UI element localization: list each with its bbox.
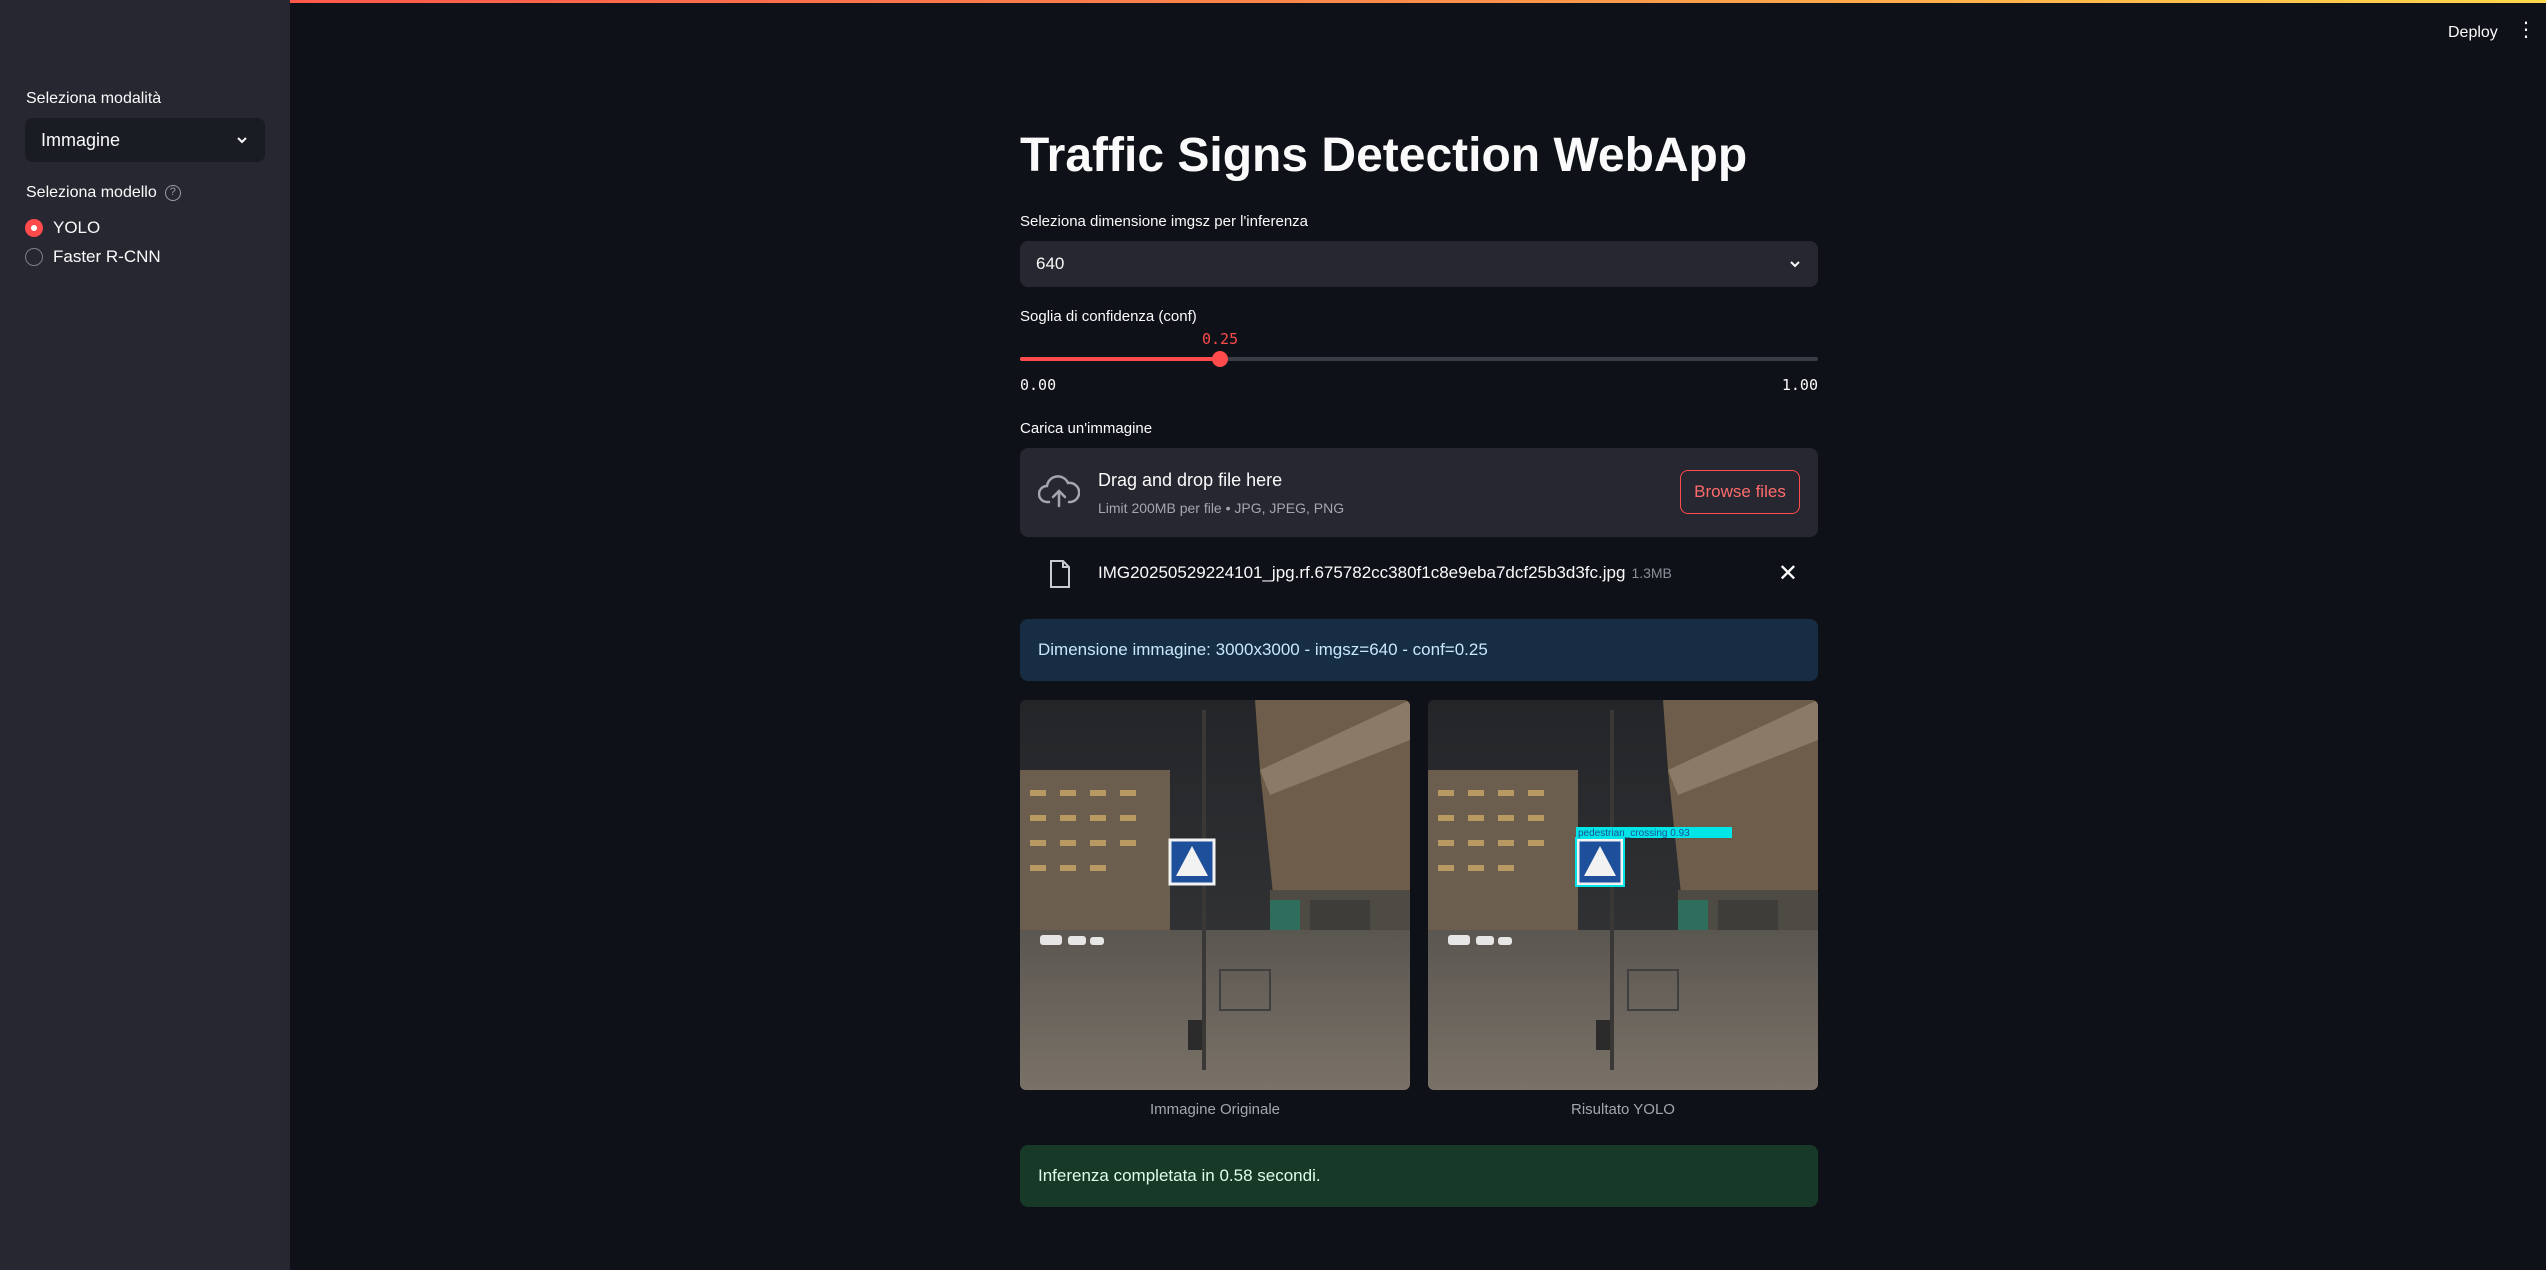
browse-files-button[interactable]: Browse files	[1680, 470, 1800, 514]
sidebar: Seleziona modalità Immagine Seleziona mo…	[0, 0, 290, 1270]
file-size: 1.3MB	[1631, 565, 1672, 581]
cloud-upload-icon	[1038, 475, 1080, 508]
imgsz-select[interactable]: 640	[1020, 241, 1818, 287]
success-alert: Inferenza completata in 0.58 secondi.	[1020, 1145, 1818, 1207]
model-label: Seleziona modello	[26, 184, 157, 201]
conf-label: Soglia di confidenza (conf)	[1020, 308, 1197, 325]
deploy-button[interactable]: Deploy	[2448, 24, 2498, 42]
page-title: Traffic Signs Detection WebApp	[1020, 129, 1748, 182]
help-icon[interactable]: ?	[164, 184, 181, 201]
mode-select[interactable]: Immagine	[25, 118, 265, 162]
dropzone-text: Drag and drop file here	[1098, 470, 1283, 490]
mode-label: Seleziona modalità	[26, 90, 162, 107]
close-icon[interactable]: ✕	[1778, 559, 1798, 588]
conf-slider-thumb[interactable]	[1212, 351, 1228, 367]
conf-slider-value: 0.25	[1202, 330, 1239, 348]
info-alert: Dimensione immagine: 3000x3000 - imgsz=6…	[1020, 619, 1818, 681]
dropzone-limit: Limit 200MB per file • JPG, JPEG, PNG	[1098, 500, 1345, 516]
mode-select-value: Immagine	[41, 129, 121, 150]
detection-label: pedestrian_crossing 0.93	[1578, 828, 1690, 839]
conf-slider-max: 1.00	[1781, 376, 1818, 394]
uploaded-file-row: IMG20250529224101_jpg.rf.675782cc380f1c8…	[1020, 555, 1818, 595]
radio-selected-icon	[25, 219, 43, 237]
top-accent-bar	[0, 0, 2546, 3]
radio-yolo[interactable]: YOLO	[25, 218, 100, 238]
imgsz-select-value: 640	[1036, 254, 1065, 273]
model-label-row: Seleziona modello?	[26, 184, 181, 202]
chevron-down-icon	[1790, 261, 1800, 268]
original-image	[1020, 700, 1410, 1090]
radio-unselected-icon	[25, 248, 43, 266]
chevron-down-icon	[237, 137, 247, 144]
conf-slider[interactable]	[1020, 351, 1818, 367]
result-image: pedestrian_crossing 0.93	[1428, 700, 1818, 1090]
upload-label: Carica un'immagine	[1020, 420, 1153, 437]
imgsz-label: Seleziona dimensione imgsz per l'inferen…	[1020, 213, 1309, 230]
file-name-row: IMG20250529224101_jpg.rf.675782cc380f1c8…	[1098, 563, 1672, 583]
original-image-caption: Immagine Originale	[1149, 1101, 1281, 1118]
conf-slider-fill	[1020, 357, 1220, 361]
file-name: IMG20250529224101_jpg.rf.675782cc380f1c8…	[1098, 563, 1626, 582]
kebab-menu-icon[interactable]: ⋮	[2516, 20, 2536, 40]
radio-faster-rcnn[interactable]: Faster R-CNN	[25, 247, 161, 267]
radio-label: Faster R-CNN	[53, 247, 161, 266]
radio-label: YOLO	[53, 218, 101, 237]
file-icon	[1050, 560, 1070, 588]
file-dropzone[interactable]: Drag and drop file here Limit 200MB per …	[1020, 448, 1818, 537]
result-image-caption: Risultato YOLO	[1571, 1101, 1675, 1118]
conf-slider-min: 0.00	[1020, 376, 1057, 394]
